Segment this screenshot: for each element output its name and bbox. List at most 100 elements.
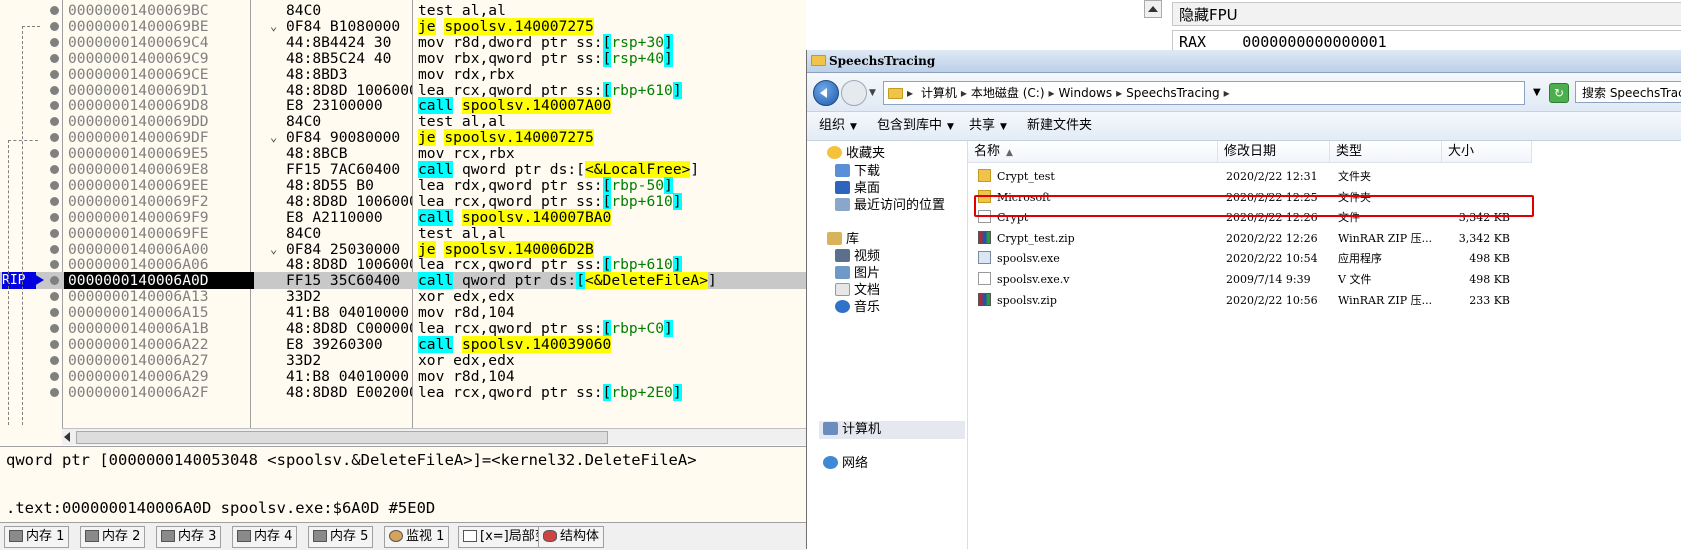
breadcrumb-chevron-icon[interactable]: ▸ — [961, 86, 967, 100]
disasm-row[interactable]: 0000000140006A29 41:B8 04010000 mov r8d,10… — [0, 368, 806, 385]
disasm-row[interactable]: 00000001400069E8 FF15 7AC60400 call qword … — [0, 161, 806, 178]
bottom-tab[interactable]: 结构体 — [538, 526, 605, 548]
scrollbar-thumb[interactable] — [76, 431, 608, 444]
scroll-up-icon[interactable] — [1144, 0, 1162, 18]
breakpoint-dot-icon[interactable] — [50, 85, 59, 95]
disasm-row[interactable]: 00000001400069BC 84C0 test al,al — [0, 2, 806, 19]
bottom-tab[interactable]: 内存 3 — [156, 526, 222, 548]
disasm-row[interactable]: 0000000140006A27 33D2 xor edx,edx — [0, 352, 806, 369]
breakpoint-dot-icon[interactable] — [50, 101, 59, 111]
file-row[interactable]: Crypt_test 2020/2/22 12:31 文件夹 — [968, 167, 1681, 187]
breakpoint-dot-icon[interactable] — [50, 371, 59, 381]
disasm-row[interactable]: RIP 0000000140006A0D FF15 35C60400 call qwo… — [0, 272, 806, 290]
breakpoint-dot-icon[interactable] — [50, 260, 59, 270]
breakpoint-dot-icon[interactable] — [50, 37, 59, 47]
nav-recent[interactable]: 最近访问的位置 — [835, 197, 945, 215]
disasm-row[interactable]: 00000001400069F2 48:8D8D 10060000 lea rcx,… — [0, 192, 806, 210]
breadcrumb-item[interactable]: 计算机 — [921, 86, 957, 100]
forward-button[interactable] — [841, 80, 867, 106]
hide-fpu-toggle[interactable]: 隐藏FPU — [1172, 2, 1681, 26]
breakpoint-dot-icon[interactable] — [50, 244, 59, 254]
breakpoint-dot-icon[interactable] — [50, 117, 59, 127]
nav-libraries[interactable]: 库 — [827, 231, 859, 249]
nav-desktop[interactable]: 桌面 — [835, 180, 880, 198]
address-dropdown-icon[interactable]: ▼ — [1533, 87, 1541, 98]
disasm-row[interactable]: 00000001400069C4 44:8B4424 30 mov r8d,dwor… — [0, 33, 806, 51]
file-row[interactable]: spoolsv.exe 2020/2/22 10:54 应用程序 498 KB — [968, 249, 1681, 269]
breadcrumb-item[interactable]: 本地磁盘 (C:) — [971, 86, 1045, 100]
file-row[interactable]: Crypt_test.zip 2020/2/22 12:26 WinRAR ZIP … — [968, 229, 1681, 249]
bottom-tab[interactable]: 监视 1 — [384, 526, 450, 548]
disasm-row[interactable]: 0000000140006A13 33D2 xor edx,edx — [0, 288, 806, 305]
back-button[interactable] — [813, 80, 839, 106]
breakpoint-dot-icon[interactable] — [50, 196, 59, 206]
window-titlebar[interactable]: SpeechsTracing — [807, 50, 1681, 73]
nav-documents[interactable]: 文档 — [835, 282, 880, 300]
breakpoint-dot-icon[interactable] — [50, 149, 59, 159]
nav-favorites[interactable]: 收藏夹 — [827, 145, 885, 163]
disasm-row[interactable]: 0000000140006A06 48:8D8D 10060000 lea rcx,… — [0, 256, 806, 274]
disasm-row[interactable]: 00000001400069CE 48:8BD3 mov rdx,rbx — [0, 66, 806, 83]
breakpoint-dot-icon[interactable] — [50, 133, 59, 143]
disasm-row[interactable]: 00000001400069C9 48:8B5C24 40 mov rbx,qwor… — [0, 49, 806, 67]
file-row[interactable]: spoolsv.exe.v 2009/7/14 9:39 V 文件 498 KB — [968, 270, 1681, 290]
breakpoint-dot-icon[interactable] — [50, 339, 59, 349]
disassembly-view[interactable]: 00000001400069BC 84C0 test al,al 0000000140… — [0, 0, 806, 428]
disasm-row[interactable]: 00000001400069DD 84C0 test al,al — [0, 113, 806, 130]
address-bar[interactable]: ▸ 计算机 ▸ 本地磁盘 (C:) ▸ Windows ▸ SpeechsTracing ▸ — [883, 81, 1525, 105]
breakpoint-dot-icon[interactable] — [50, 308, 59, 318]
bottom-tab[interactable]: 内存 4 — [232, 526, 298, 548]
disasm-row[interactable]: 0000000140006A1B 48:8D8D C0000000 lea rcx,… — [0, 320, 806, 337]
breakpoint-dot-icon[interactable] — [50, 6, 59, 15]
disasm-row[interactable]: 00000001400069EE 48:8D55 B0 lea rdx,qword … — [0, 176, 806, 194]
register-rax[interactable]: RAX 0000000000000001 — [1172, 30, 1681, 52]
disasm-row[interactable]: 00000001400069D1 48:8D8D 10060000 lea rcx,… — [0, 81, 806, 99]
breakpoint-dot-icon[interactable] — [50, 387, 59, 397]
breakpoint-dot-icon[interactable] — [50, 324, 59, 333]
search-input[interactable]: 搜索 SpeechsTracing — [1575, 81, 1681, 103]
nav-downloads[interactable]: 下载 — [835, 163, 880, 181]
refresh-button[interactable]: ↻ — [1549, 83, 1569, 103]
share-menu[interactable]: 共享 ▼ — [969, 112, 1007, 141]
disasm-row[interactable]: 0000000140006A2F 48:8D8D E0020000 lea rcx,… — [0, 383, 806, 401]
bottom-tab[interactable]: 内存 1 — [4, 526, 70, 548]
nav-music[interactable]: 音乐 — [835, 299, 880, 317]
file-row[interactable]: spoolsv.zip 2020/2/22 10:56 WinRAR ZIP 压..… — [968, 291, 1681, 311]
breakpoint-dot-icon[interactable] — [50, 276, 59, 286]
breakpoint-dot-icon[interactable] — [50, 69, 59, 79]
breakpoint-dot-icon[interactable] — [50, 180, 59, 190]
breakpoint-dot-icon[interactable] — [50, 21, 59, 31]
bottom-tab[interactable]: 内存 2 — [80, 526, 146, 548]
nav-network[interactable]: 网络 — [823, 455, 868, 473]
breakpoint-dot-icon[interactable] — [50, 53, 59, 63]
bottom-tab[interactable]: 内存 5 — [308, 526, 374, 548]
horizontal-scrollbar[interactable] — [62, 428, 806, 445]
disasm-row[interactable]: 00000001400069F9 E8 A2110000 call spoolsv.… — [0, 208, 806, 226]
breadcrumb-chevron-icon[interactable]: ▸ — [1116, 86, 1122, 100]
nav-pictures[interactable]: 图片 — [835, 265, 880, 283]
disasm-row[interactable]: 00000001400069D8 E8 23100000 call spoolsv.… — [0, 97, 806, 115]
breakpoint-dot-icon[interactable] — [50, 355, 59, 365]
breadcrumb-item[interactable]: SpeechsTracing — [1126, 86, 1219, 100]
breakpoint-dot-icon[interactable] — [50, 292, 59, 302]
column-header-size[interactable]: 大小 — [1442, 141, 1532, 163]
nav-computer[interactable]: 计算机 — [823, 421, 881, 439]
disasm-row[interactable]: 0000000140006A00 ⌄ 0F84 25030000 je spoolsv… — [0, 240, 806, 258]
history-dropdown-icon[interactable]: ▼ — [869, 88, 876, 98]
column-header-name[interactable]: 名称 ▲ — [968, 141, 1218, 163]
breakpoint-dot-icon[interactable] — [50, 165, 59, 174]
breadcrumb-chevron-icon[interactable]: ▸ — [1049, 86, 1055, 100]
include-in-library-menu[interactable]: 包含到库中 ▼ — [877, 112, 954, 141]
scroll-left-icon[interactable] — [64, 432, 70, 442]
disasm-row[interactable]: 00000001400069E5 48:8BCB mov rcx,rbx — [0, 145, 806, 162]
disasm-row[interactable]: 0000000140006A15 41:B8 04010000 mov r8d,10… — [0, 304, 806, 321]
breadcrumb-chevron-icon[interactable]: ▸ — [1224, 86, 1230, 100]
new-folder-button[interactable]: 新建文件夹 — [1027, 112, 1092, 140]
disasm-row[interactable]: 00000001400069FE 84C0 test al,al — [0, 225, 806, 242]
disasm-row[interactable]: 00000001400069DF ⌄ 0F84 90080000 je spoolsv… — [0, 129, 806, 147]
column-header-date[interactable]: 修改日期 — [1218, 141, 1330, 163]
disasm-row[interactable]: 0000000140006A22 E8 39260300 call spoolsv.… — [0, 335, 806, 353]
breadcrumb-item[interactable]: Windows — [1059, 86, 1113, 100]
breakpoint-dot-icon[interactable] — [50, 228, 59, 238]
disasm-row[interactable]: 00000001400069BE ⌄ 0F84 B1080000 je spoolsv… — [0, 17, 806, 35]
